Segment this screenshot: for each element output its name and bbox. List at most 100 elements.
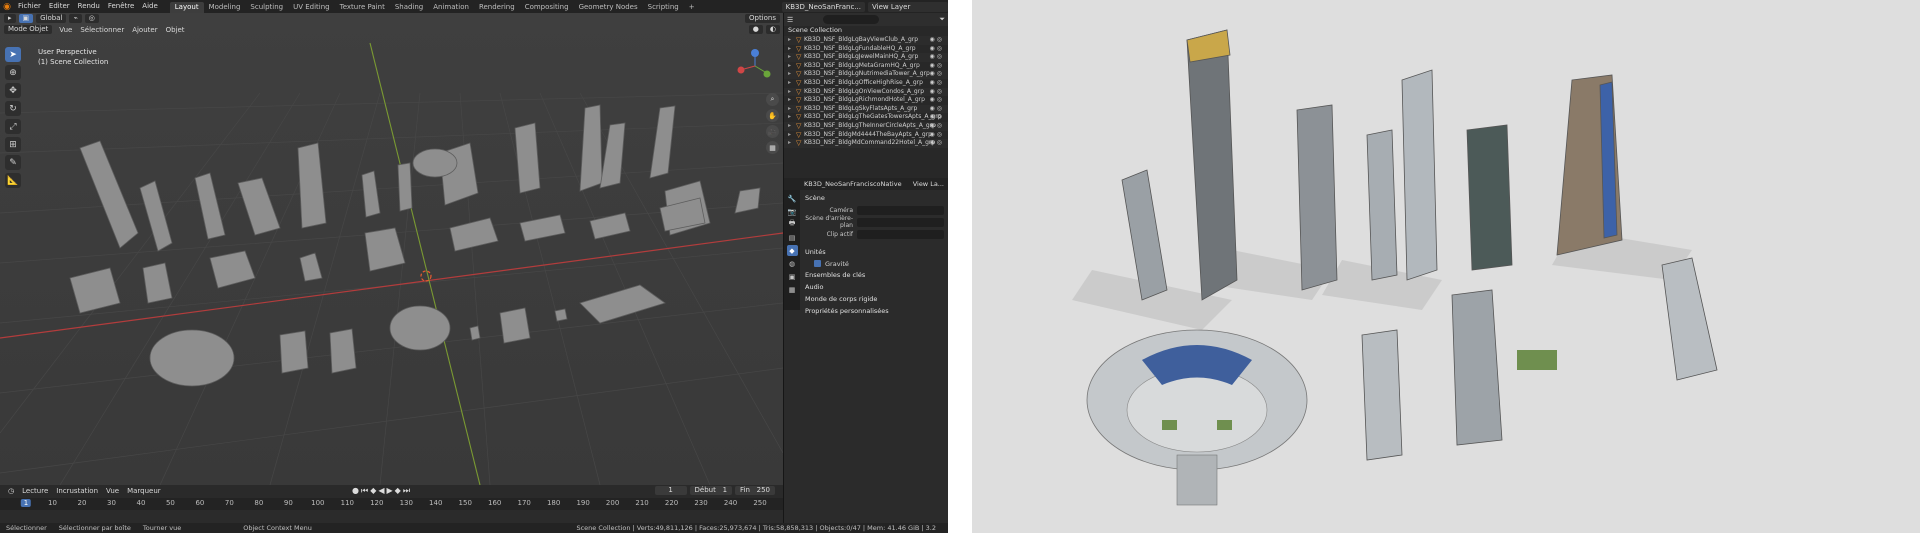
visibility-icons[interactable]: ◉◎: [930, 113, 944, 122]
tab-shading[interactable]: Shading: [390, 2, 428, 13]
shading-material-icon[interactable]: ◐: [765, 25, 780, 34]
tab-rendering[interactable]: Rendering: [474, 2, 520, 13]
menu-view[interactable]: Vue: [55, 26, 76, 34]
section-units[interactable]: Unités: [802, 246, 947, 258]
tab-scripting[interactable]: Scripting: [643, 2, 684, 13]
world-tab-icon[interactable]: ◍: [787, 258, 798, 269]
tab-modeling[interactable]: Modeling: [204, 2, 246, 13]
outliner-root[interactable]: Scene Collection: [784, 26, 948, 35]
visibility-icons[interactable]: ◉◎: [930, 88, 944, 97]
outliner-item[interactable]: ▸ ▽ KB3D_NSF_BldgLgNutrimediaTower_A_grp ◉◎: [784, 70, 948, 79]
expand-arrow-icon[interactable]: ▸: [788, 113, 796, 122]
expand-arrow-icon[interactable]: ▸: [788, 139, 796, 148]
measure-icon[interactable]: 📐: [5, 173, 21, 188]
camera-field[interactable]: [857, 205, 944, 215]
filter-icon[interactable]: ⏷: [939, 15, 945, 24]
menu-keying[interactable]: Incrustation: [52, 487, 102, 495]
visibility-icons[interactable]: ◉◎: [930, 79, 944, 88]
render-tab-icon[interactable]: 📷: [787, 206, 798, 217]
outliner-item[interactable]: ▸ ▽ KB3D_NSF_BldgLgOnViewCondos_A_grp ◉◎: [784, 87, 948, 97]
menu-timeline-view[interactable]: Vue: [102, 487, 123, 495]
outliner-item[interactable]: ▸ ▽ KB3D_NSF_BldgLgOfficeHighRise_A_grp ◉◎: [784, 79, 948, 88]
tab-compositing[interactable]: Compositing: [520, 2, 574, 13]
visibility-icons[interactable]: ◉◎: [930, 122, 944, 131]
timeline-track[interactable]: [0, 510, 783, 523]
outliner-item[interactable]: ▸ ▽ KB3D_NSF_BldgMd4444TheBayApts_A_grp ◉◎: [784, 131, 948, 140]
cursor-3d-icon[interactable]: ⊕: [5, 65, 21, 80]
expand-arrow-icon[interactable]: ▸: [788, 36, 796, 45]
outliner-editor-icon[interactable]: ☰: [787, 16, 793, 24]
output-tab-icon[interactable]: 🖶: [787, 219, 798, 230]
visibility-icons[interactable]: ◉◎: [930, 105, 944, 114]
menu-playback[interactable]: Lecture: [18, 487, 52, 495]
rotate-icon[interactable]: ↻: [5, 101, 21, 116]
frame-ruler[interactable]: 1 10 20 30 40 50 60 70 80 90 100 110 120 130 140 150 160…: [0, 498, 783, 510]
next-key-icon[interactable]: ◆: [395, 486, 401, 496]
menu-file[interactable]: Fichier: [14, 0, 45, 13]
transform-icon[interactable]: ⊞: [5, 137, 21, 152]
visibility-icons[interactable]: ◉◎: [930, 70, 944, 79]
background-scene-field[interactable]: [857, 217, 944, 227]
menu-window[interactable]: Fenêtre: [104, 0, 138, 13]
orientation-dropdown[interactable]: Global: [36, 14, 67, 23]
texture-tab-icon[interactable]: ▦: [787, 284, 798, 295]
move-icon[interactable]: ✥: [5, 83, 21, 98]
menu-marker[interactable]: Marqueur: [123, 487, 165, 495]
timeline-editor-icon[interactable]: ◷: [4, 487, 18, 495]
expand-arrow-icon[interactable]: ▸: [788, 122, 796, 131]
view-layer-tab-icon[interactable]: ▤: [787, 232, 798, 243]
mode-dropdown[interactable]: Mode Objet: [4, 25, 53, 34]
blender-logo-icon[interactable]: ◉: [0, 0, 14, 13]
jump-start-icon[interactable]: ⏮: [361, 486, 368, 496]
section-keying-sets[interactable]: Ensembles de clés: [802, 269, 947, 281]
outliner-item[interactable]: ▸ ▽ KB3D_NSF_BldgLgRichmondHotel_A_grp ◉◎: [784, 96, 948, 105]
expand-arrow-icon[interactable]: ▸: [788, 45, 796, 54]
tab-layout[interactable]: Layout: [169, 1, 204, 13]
section-rigid-body[interactable]: Monde de corps rigide: [802, 293, 947, 305]
tab-texture-paint[interactable]: Texture Paint: [335, 2, 390, 13]
outliner-item[interactable]: ▸ ▽ KB3D_NSF_BldgLgSkyFlatsApts_A_grp ◉◎: [784, 104, 948, 114]
outliner-item[interactable]: ▸ ▽ KB3D_NSF_BldgLgJewelMainHQ_A_grp ◉◎: [784, 53, 948, 62]
outliner-item[interactable]: ▸ ▽ KB3D_NSF_BldgMdCommand22Hotel_A_grp ◉◎: [784, 139, 948, 148]
menu-edit[interactable]: Editer: [45, 0, 74, 13]
annotate-icon[interactable]: ✎: [5, 155, 21, 170]
tab-geometry-nodes[interactable]: Geometry Nodes: [574, 2, 643, 13]
add-workspace-icon[interactable]: +: [684, 2, 700, 13]
visibility-icons[interactable]: ◉◎: [930, 36, 944, 45]
visibility-icons[interactable]: ◉◎: [930, 96, 944, 105]
expand-arrow-icon[interactable]: ▸: [788, 131, 796, 140]
section-audio[interactable]: Audio: [802, 281, 947, 293]
camera-view-icon[interactable]: 🎥: [766, 125, 779, 138]
snap-toggle-icon[interactable]: ⌁: [69, 14, 82, 23]
expand-arrow-icon[interactable]: ▸: [788, 105, 796, 114]
scene-tab-icon[interactable]: ◆: [786, 245, 798, 256]
menu-add[interactable]: Ajouter: [128, 26, 161, 34]
play-icon[interactable]: ▶: [387, 486, 393, 496]
view-layer-selector[interactable]: View Layer: [868, 1, 948, 12]
cursor-select-icon[interactable]: ➤: [5, 47, 21, 62]
outliner-item[interactable]: ▸ ▽ KB3D_NSF_BldgLgFundableHQ_A_grp ◉◎: [784, 45, 948, 54]
expand-arrow-icon[interactable]: ▸: [788, 62, 796, 71]
pan-icon[interactable]: ✋: [766, 109, 779, 122]
tab-animation[interactable]: Animation: [428, 2, 474, 13]
visibility-icons[interactable]: ◉◎: [930, 131, 944, 140]
record-icon[interactable]: ●: [352, 486, 359, 496]
prev-key-icon[interactable]: ◆: [370, 486, 376, 496]
collection-tab-icon[interactable]: ▣: [787, 271, 798, 282]
options-dropdown[interactable]: Options: [744, 14, 780, 23]
select-tool-button[interactable]: ▸: [4, 14, 16, 23]
section-scene[interactable]: Scène: [802, 192, 947, 204]
active-clip-field[interactable]: [857, 229, 944, 239]
scale-icon[interactable]: ⤢: [5, 119, 21, 134]
menu-select[interactable]: Sélectionner: [76, 26, 128, 34]
menu-render[interactable]: Rendu: [74, 0, 104, 13]
expand-arrow-icon[interactable]: ▸: [788, 79, 796, 88]
current-frame-field[interactable]: 1: [654, 486, 687, 495]
expand-arrow-icon[interactable]: ▸: [788, 70, 796, 79]
start-frame-field[interactable]: Début 1: [689, 486, 733, 495]
visibility-icons[interactable]: ◉◎: [930, 45, 944, 54]
menu-help[interactable]: Aide: [138, 0, 161, 13]
tab-uv-editing[interactable]: UV Editing: [288, 2, 335, 13]
outliner-search-input[interactable]: [823, 15, 880, 24]
outliner-item[interactable]: ▸ ▽ KB3D_NSF_BldgLgBayViewClub_A_grp ◉◎: [784, 36, 948, 45]
